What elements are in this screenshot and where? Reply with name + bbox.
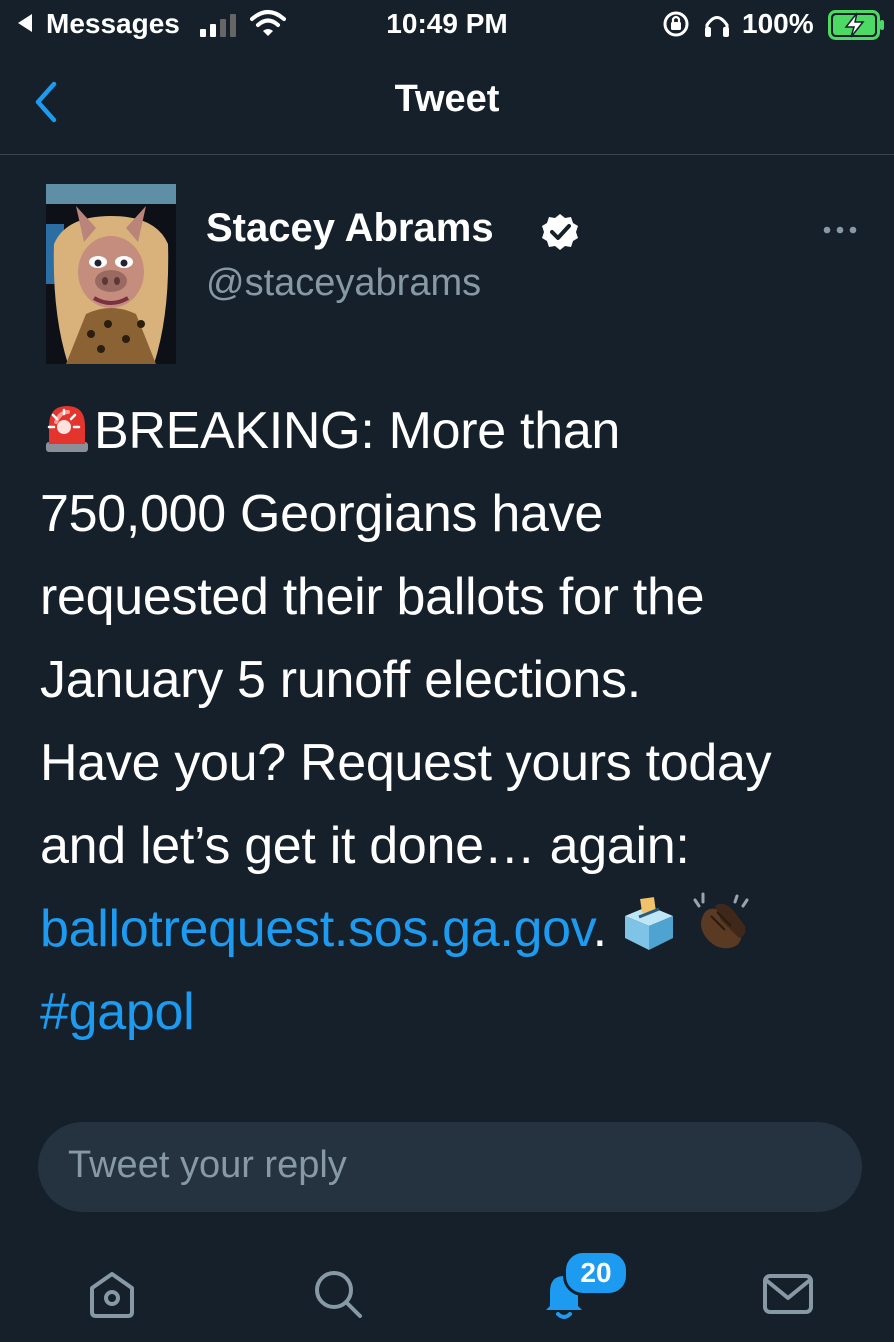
tweet-line: BREAKING: More than — [40, 390, 870, 473]
tweet-line: and let’s get it done… again: — [40, 817, 690, 875]
status-bar: Messages 10:49 PM 100% — [0, 0, 894, 52]
tweet-line: requested their ballots for the — [40, 568, 705, 626]
tweet-link[interactable]: ballotrequest.sos.ga.gov — [40, 900, 593, 958]
clapping-hands-emoji-icon — [693, 892, 749, 949]
home-icon[interactable] — [84, 1266, 140, 1322]
page-title: Tweet — [394, 78, 500, 120]
avatar[interactable] — [46, 184, 176, 364]
reply-input[interactable]: Tweet your reply — [38, 1122, 862, 1212]
headphones-icon — [705, 16, 729, 37]
tab-bar — [0, 1230, 894, 1342]
verified-badge-icon — [542, 214, 578, 250]
ballot-box-emoji-icon — [624, 897, 673, 950]
tweet-line: #gapol — [40, 971, 870, 1054]
tweet-line: January 5 runoff elections. — [40, 651, 641, 709]
battery-charging-icon — [828, 10, 884, 40]
orientation-lock-icon — [663, 11, 689, 37]
tweet-line: 750,000 Georgians have — [40, 485, 603, 543]
author-handle[interactable]: @staceyabrams — [206, 262, 481, 305]
avatar-image — [46, 184, 176, 364]
link-period: . — [592, 900, 607, 958]
police-light-emoji-icon — [46, 406, 88, 452]
notifications-badge: 20 — [563, 1250, 629, 1296]
tweet-line: ballotrequest.sos.ga.gov. — [40, 888, 870, 971]
search-icon[interactable] — [310, 1266, 366, 1322]
more-options-icon[interactable] — [822, 222, 858, 238]
hashtag-link[interactable]: #gapol — [40, 983, 195, 1041]
reply-placeholder: Tweet your reply — [68, 1144, 347, 1186]
tweet-text: BREAKING: More than 750,000 Georgians ha… — [40, 390, 870, 1054]
battery-percentage: 100% — [742, 8, 814, 39]
tweet-line-text: BREAKING: More than — [94, 402, 621, 460]
author-name[interactable]: Stacey Abrams — [206, 206, 494, 251]
tweet-line: Have you? Request yours today — [40, 734, 772, 792]
navigation-bar: Tweet — [0, 52, 894, 155]
mail-icon[interactable] — [760, 1266, 816, 1322]
